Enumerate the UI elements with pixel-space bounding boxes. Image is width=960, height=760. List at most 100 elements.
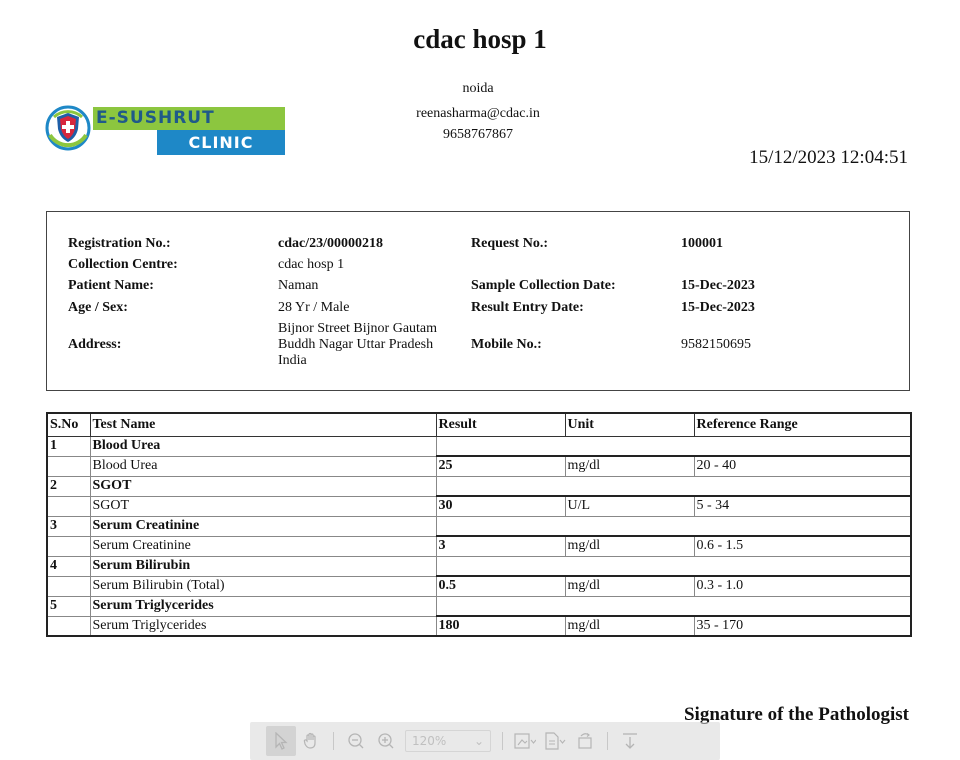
hand-pan-icon: [303, 732, 316, 749]
column-header-result: Result: [435, 412, 566, 437]
test-unit: mg/dl: [564, 535, 695, 557]
test-group-row: 5 Serum Triglycerides: [46, 595, 912, 617]
group-sno: 3: [46, 515, 91, 537]
group-sno: 2: [46, 475, 91, 497]
fit-page-icon: [514, 733, 536, 749]
mobile-no-label: Mobile No.:: [471, 337, 542, 352]
table-row: Blood Urea 25 mg/dl 20 - 40: [46, 455, 912, 477]
group-spacer: [435, 595, 912, 617]
e-sushrut-logo: E-SUSHRUT CLINIC: [44, 99, 285, 159]
select-cursor-button[interactable]: [266, 726, 296, 756]
test-unit: mg/dl: [564, 455, 695, 477]
toolbar-divider: [502, 732, 503, 750]
address-value: Bijnor Street Bijnor Gautam Buddh Nagar …: [278, 321, 453, 369]
hospital-city: noida: [462, 81, 494, 96]
address-line: Bijnor Street Bijnor Gautam: [278, 321, 438, 336]
test-reference-range: 5 - 34: [693, 495, 912, 517]
collection-centre-label: Collection Centre:: [68, 257, 178, 272]
zoom-level-value: 120%: [412, 734, 447, 748]
rotate-icon: [578, 733, 592, 749]
group-name: Serum Creatinine: [89, 515, 437, 537]
toolbar-divider: [607, 732, 608, 750]
patient-name-value: Naman: [278, 278, 319, 293]
test-name: Serum Creatinine: [89, 535, 437, 557]
test-result: 25: [435, 455, 566, 477]
row-sno: [46, 535, 91, 557]
patient-info-box: Registration No.: cdac/23/00000218 Reque…: [46, 211, 910, 391]
zoom-out-button[interactable]: [341, 726, 371, 756]
test-result: 30: [435, 495, 566, 517]
print-datetime: 15/12/2023 12:04:51: [749, 147, 908, 168]
row-sno: [46, 575, 91, 597]
row-sno: [46, 615, 91, 637]
column-header-test-name: Test Name: [89, 412, 437, 437]
age-sex-value: 28 Yr / Male: [278, 300, 350, 315]
test-name: SGOT: [89, 495, 437, 517]
chevron-down-icon: ⌄: [473, 734, 484, 748]
group-sno: 1: [46, 435, 91, 457]
request-no-value: 100001: [681, 236, 723, 251]
mobile-no-value: 9582150695: [681, 337, 751, 352]
address-line: Buddh Nagar Uttar Pradesh: [278, 337, 434, 352]
sample-collection-date-value: 15-Dec-2023: [681, 278, 755, 293]
select-cursor-icon: [275, 732, 288, 750]
column-header-reference-range: Reference Range: [693, 412, 912, 437]
hospital-name: cdac hosp 1: [413, 24, 547, 54]
row-sno: [46, 455, 91, 477]
group-spacer: [435, 435, 912, 457]
test-unit: mg/dl: [564, 615, 695, 637]
download-icon: [623, 733, 637, 749]
column-header-sno: S.No: [46, 412, 91, 437]
test-group-row: 3 Serum Creatinine: [46, 515, 912, 537]
test-reference-range: 35 - 170: [693, 615, 912, 637]
rotate-button[interactable]: [570, 726, 600, 756]
logo-subtitle: CLINIC: [157, 130, 285, 155]
address-line: India: [278, 353, 307, 368]
group-spacer: [435, 515, 912, 537]
medical-shield-emblem-icon: [45, 105, 91, 151]
test-result: 180: [435, 615, 566, 637]
test-name: Serum Triglycerides: [89, 615, 437, 637]
group-name: Serum Triglycerides: [89, 595, 437, 617]
result-entry-date-value: 15-Dec-2023: [681, 300, 755, 315]
column-header-unit: Unit: [564, 412, 695, 437]
address-label: Address:: [68, 337, 122, 352]
row-sno: [46, 495, 91, 517]
group-name: SGOT: [89, 475, 437, 497]
page-view-button[interactable]: [540, 726, 570, 756]
group-sno: 5: [46, 595, 91, 617]
test-unit: U/L: [564, 495, 695, 517]
table-row: Serum Creatinine 3 mg/dl 0.6 - 1.5: [46, 535, 912, 557]
group-sno: 4: [46, 555, 91, 577]
fit-page-button[interactable]: [510, 726, 540, 756]
test-group-row: 1 Blood Urea: [46, 435, 912, 457]
test-reference-range: 0.3 - 1.0: [693, 575, 912, 597]
download-button[interactable]: [615, 726, 645, 756]
group-spacer: [435, 475, 912, 497]
group-name: Serum Bilirubin: [89, 555, 437, 577]
test-unit: mg/dl: [564, 575, 695, 597]
hand-pan-button[interactable]: [296, 726, 326, 756]
patient-name-label: Patient Name:: [68, 278, 154, 293]
test-name: Blood Urea: [89, 455, 437, 477]
group-name: Blood Urea: [89, 435, 437, 457]
registration-no-label: Registration No.:: [68, 236, 171, 251]
test-group-row: 4 Serum Bilirubin: [46, 555, 912, 577]
test-group-row: 2 SGOT: [46, 475, 912, 497]
logo-wordmark: E-SUSHRUT: [93, 107, 285, 130]
table-header-row: S.No Test Name Result Unit Reference Ran…: [46, 412, 912, 437]
test-results-table: S.No Test Name Result Unit Reference Ran…: [46, 412, 912, 637]
toolbar-divider: [333, 732, 334, 750]
test-name: Serum Bilirubin (Total): [89, 575, 437, 597]
result-entry-date-label: Result Entry Date:: [471, 300, 584, 315]
zoom-level-select[interactable]: 120% ⌄: [405, 730, 491, 752]
table-row: Serum Bilirubin (Total) 0.5 mg/dl 0.3 - …: [46, 575, 912, 597]
test-reference-range: 0.6 - 1.5: [693, 535, 912, 557]
zoom-out-icon: [348, 733, 364, 749]
test-result: 0.5: [435, 575, 566, 597]
zoom-in-button[interactable]: [371, 726, 401, 756]
test-reference-range: 20 - 40: [693, 455, 912, 477]
registration-no-value: cdac/23/00000218: [278, 236, 383, 251]
sample-collection-date-label: Sample Collection Date:: [471, 278, 616, 293]
page-view-icon: [545, 732, 566, 750]
